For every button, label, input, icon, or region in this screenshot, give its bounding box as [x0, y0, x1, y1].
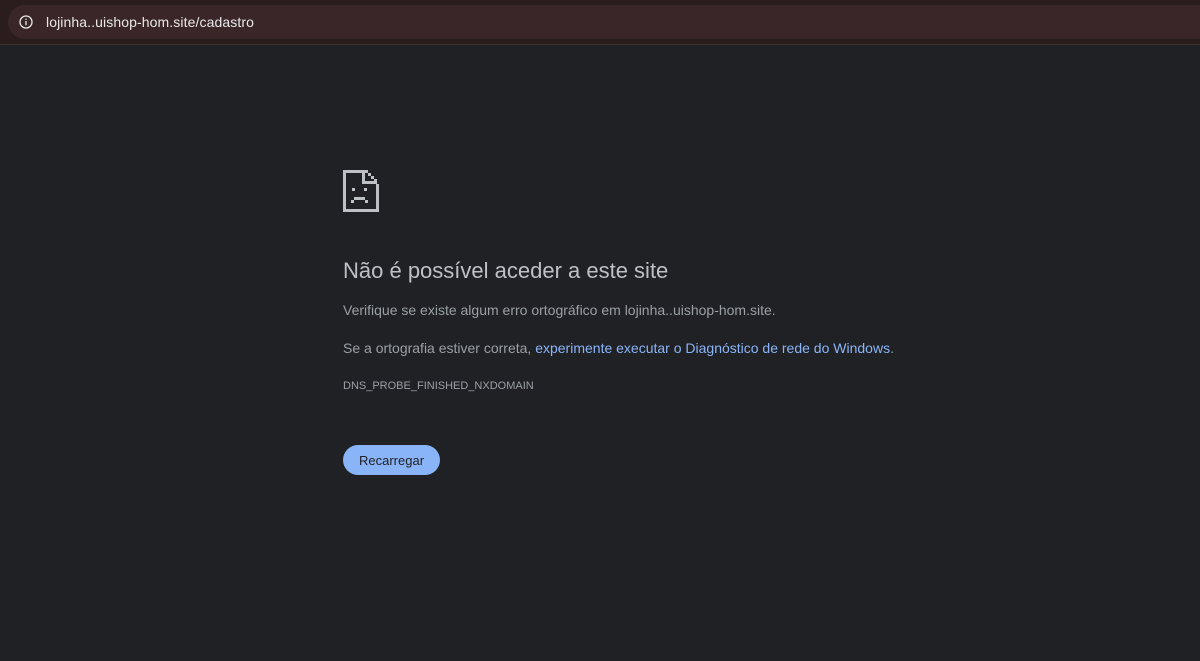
sad-page-icon: [343, 170, 379, 212]
info-circle-icon[interactable]: [12, 8, 40, 36]
suggestion-suffix: .: [890, 340, 894, 356]
url-text[interactable]: lojinha..uishop-hom.site/cadastro: [46, 14, 254, 30]
spell-check-text: Verifique se existe algum erro ortográfi…: [343, 302, 776, 318]
network-diagnostics-link[interactable]: experimente executar o Diagnóstico de re…: [535, 340, 890, 356]
error-content: Não é possível aceder a este site Verifi…: [343, 170, 963, 475]
browser-toolbar: lojinha..uishop-hom.site/cadastro: [0, 0, 1200, 44]
suggestion-text: Se a ortografia estiver correta, experim…: [343, 340, 894, 356]
error-code: DNS_PROBE_FINISHED_NXDOMAIN: [343, 380, 534, 392]
suggestion-prefix: Se a ortografia estiver correta,: [343, 340, 536, 356]
address-bar[interactable]: lojinha..uishop-hom.site/cadastro: [8, 5, 1200, 39]
reload-button[interactable]: Recarregar: [343, 445, 441, 475]
toolbar-divider: [0, 44, 1200, 45]
error-title: Não é possível aceder a este site: [343, 258, 669, 283]
